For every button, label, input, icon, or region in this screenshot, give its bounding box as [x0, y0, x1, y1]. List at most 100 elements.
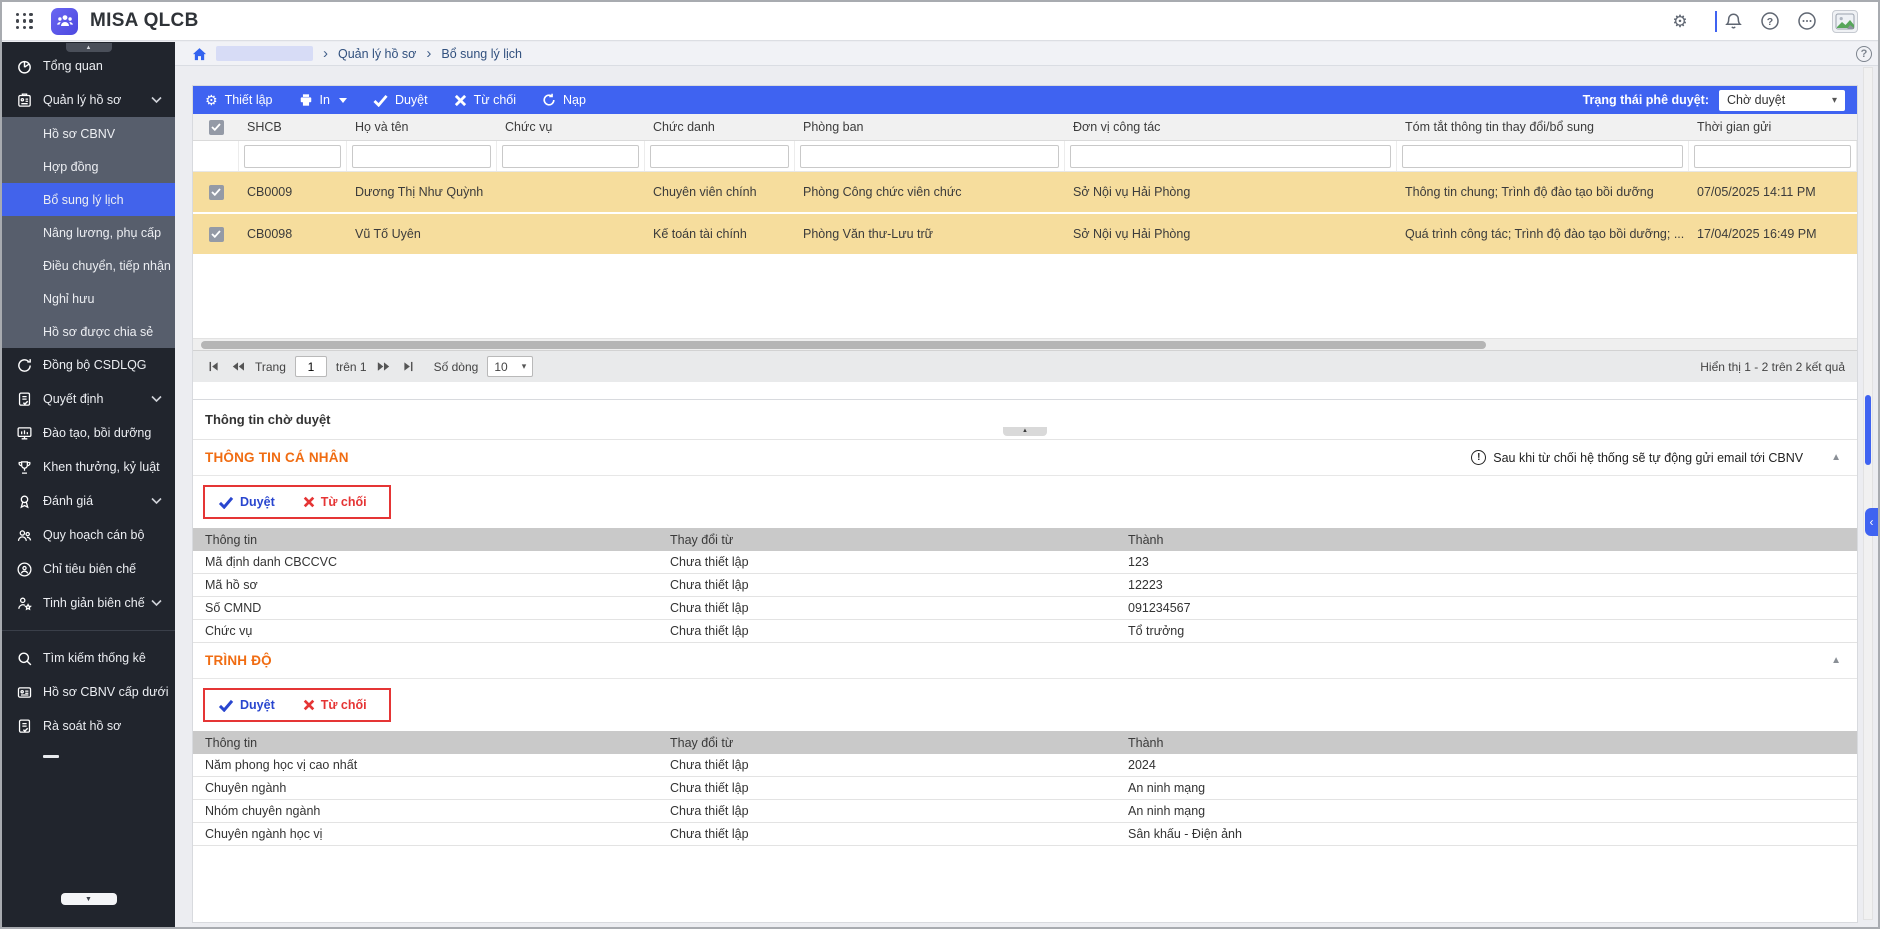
detail-column-header: Thành	[1116, 736, 1857, 750]
sidebar-item-dieu-chuyen-tiep-nhan[interactable]: Điều chuyển, tiếp nhận	[2, 249, 175, 282]
sidebar-item-ra-soat-ho-so[interactable]: Rà soát hồ sơ	[2, 709, 175, 743]
reject-section-button[interactable]: Từ chối	[303, 698, 367, 712]
grid-filter-row	[193, 141, 1857, 172]
collapse-section-icon[interactable]: ▲	[1831, 452, 1841, 463]
column-header[interactable]: Chức danh	[645, 120, 795, 134]
previous-page-button[interactable]	[230, 359, 246, 375]
detail-row: Mã định danh CBCCVC Chưa thiết lập 123	[193, 551, 1857, 574]
filter-input-tom-tat[interactable]	[1402, 145, 1683, 168]
cell-phong-ban: Phòng Văn thư-Lưu trữ	[795, 227, 1065, 241]
reload-button[interactable]: Nạp	[542, 93, 586, 107]
sidebar-item-quyet-dinh[interactable]: Quyết định	[2, 382, 175, 416]
sidebar-item-quan-ly-ho-so[interactable]: Quản lý hồ sơ	[2, 83, 175, 117]
sidebar-item-chi-tieu-bien-che[interactable]: Chỉ tiêu biên chế	[2, 552, 175, 586]
column-header[interactable]: SHCB	[239, 120, 347, 134]
splitter-handle[interactable]: ▲	[1003, 427, 1047, 436]
approve-button[interactable]: Duyệt	[373, 93, 428, 107]
x-icon	[454, 94, 467, 107]
chevron-down-icon	[151, 395, 162, 403]
column-header[interactable]: Chức vụ	[497, 120, 645, 134]
app-grid-icon[interactable]	[16, 13, 33, 30]
cell-chuc-danh: Chuyên viên chính	[645, 185, 795, 199]
filter-input-don-vi-cong-tac[interactable]	[1070, 145, 1391, 168]
table-row[interactable]: CB0098 Vũ Tố Uyên Kế toán tài chính Phòn…	[193, 214, 1857, 256]
sidebar-item-quy-hoach-can-bo[interactable]: Quy hoạch cán bộ	[2, 518, 175, 552]
panel-splitter[interactable]: ▲	[192, 423, 1858, 439]
app-logo-icon[interactable]	[51, 8, 78, 35]
filter-input-chuc-vu[interactable]	[502, 145, 639, 168]
last-page-button[interactable]	[401, 359, 417, 375]
horizontal-scrollbar[interactable]	[193, 338, 1857, 350]
sidebar-item-nghi-huu[interactable]: Nghỉ hưu	[2, 282, 175, 315]
table-row[interactable]: CB0009 Dương Thị Như Quỳnh Chuyên viên c…	[193, 172, 1857, 214]
sidebar-item-tong-quan[interactable]: Tổng quan	[2, 49, 175, 83]
caret-down-icon: ▾	[522, 361, 527, 372]
sidebar: ▲ Tổng quan Quản lý hồ sơ Hồ sơ CBNV Hợp…	[2, 42, 175, 927]
approve-section-button[interactable]: Duyệt	[218, 698, 275, 712]
check-icon	[218, 496, 234, 509]
sidebar-item-bo-sung-ly-lich[interactable]: Bổ sung lý lịch	[2, 183, 175, 216]
sidebar-item-dao-tao-boi-duong[interactable]: Đào tạo, bồi dưỡng	[2, 416, 175, 450]
reject-section-button[interactable]: Từ chối	[303, 495, 367, 509]
detail-row: Nhóm chuyên ngành Chưa thiết lập An ninh…	[193, 800, 1857, 823]
approve-section-button[interactable]: Duyệt	[218, 495, 275, 509]
help-icon[interactable]: ?	[1759, 10, 1781, 32]
sidebar-dash	[43, 755, 59, 758]
help-icon[interactable]: ?	[1856, 46, 1872, 62]
approval-status-select[interactable]: Chờ duyệt ▾	[1719, 90, 1845, 111]
sidebar-item-ho-so-cbnv-cap-duoi[interactable]: Hồ sơ CBNV cấp dưới	[2, 675, 175, 709]
sidebar-scroll-down-handle[interactable]: ▼	[61, 893, 117, 905]
cell-tom-tat: Thông tin chung; Trình độ đào tạo bồi dư…	[1397, 185, 1689, 199]
sidebar-item-tim-kiem-thong-ke[interactable]: Tìm kiếm thống kê	[2, 641, 175, 675]
sidebar-item-dong-bo-csdlqg[interactable]: Đồng bộ CSDLQG	[2, 348, 175, 382]
cell-thoi-gian-gui: 17/04/2025 16:49 PM	[1689, 227, 1857, 241]
more-options-icon[interactable]	[1796, 10, 1818, 32]
page-number-input[interactable]	[295, 356, 327, 377]
filter-input-thoi-gian-gui[interactable]	[1694, 145, 1851, 168]
sidebar-item-tinh-gian-bien-che[interactable]: Tinh giản biên chế	[2, 586, 175, 620]
cell-phong-ban: Phòng Công chức viên chức	[795, 185, 1065, 199]
home-icon[interactable]	[192, 47, 207, 61]
x-icon	[303, 496, 315, 508]
sidebar-item-khen-thuong-ky-luat[interactable]: Khen thưởng, kỷ luật	[2, 450, 175, 484]
filter-input-chuc-danh[interactable]	[650, 145, 789, 168]
sidebar-item-ho-so-cbnv[interactable]: Hồ sơ CBNV	[2, 117, 175, 150]
first-page-button[interactable]	[205, 359, 221, 375]
next-page-button[interactable]	[376, 359, 392, 375]
records-grid-panel: ⚙ Thiết lập In Duyệt	[192, 85, 1858, 423]
settings-gear-icon[interactable]: ⚙	[1669, 10, 1691, 32]
x-icon	[303, 699, 315, 711]
reject-button[interactable]: Từ chối	[454, 93, 516, 107]
column-header[interactable]: Họ và tên	[347, 120, 497, 134]
vertical-scrollbar[interactable]	[1863, 67, 1873, 920]
sidebar-item-hop-dong[interactable]: Hợp đồng	[2, 150, 175, 183]
user-avatar[interactable]	[1832, 10, 1858, 33]
sidebar-item-ho-so-duoc-chia-se[interactable]: Hồ sơ được chia sẻ	[2, 315, 175, 348]
horizontal-scrollbar-thumb[interactable]	[201, 341, 1486, 349]
column-header[interactable]: Thời gian gửi	[1689, 120, 1857, 134]
column-header[interactable]: Phòng ban	[795, 120, 1065, 134]
sidebar-item-nang-luong-phu-cap[interactable]: Nâng lương, phụ cấp	[2, 216, 175, 249]
collapse-panel-handle[interactable]: ‹	[1865, 508, 1878, 536]
print-button[interactable]: In	[299, 93, 347, 107]
filter-input-phong-ban[interactable]	[800, 145, 1059, 168]
notifications-bell-icon[interactable]	[1722, 10, 1744, 32]
row-checkbox[interactable]	[209, 185, 224, 200]
setup-button[interactable]: ⚙ Thiết lập	[205, 93, 273, 107]
row-checkbox[interactable]	[209, 227, 224, 242]
column-header[interactable]: Tóm tắt thông tin thay đổi/bổ sung	[1397, 120, 1689, 134]
grid-empty-area	[193, 256, 1857, 338]
filter-input-shcb[interactable]	[244, 145, 341, 168]
detail-row: Số CMND Chưa thiết lập 091234567	[193, 597, 1857, 620]
header-actions: ⚙ ?	[1669, 10, 1878, 33]
vertical-scrollbar-thumb[interactable]	[1865, 395, 1871, 465]
sidebar-item-danh-gia[interactable]: Đánh giá	[2, 484, 175, 518]
select-all-checkbox[interactable]	[209, 120, 224, 135]
filter-input-ho-va-ten[interactable]	[352, 145, 491, 168]
rows-per-page-select[interactable]: 10 ▾	[487, 356, 533, 377]
collapse-section-icon[interactable]: ▲	[1831, 655, 1841, 666]
breadcrumb-item-quan-ly-ho-so[interactable]: Quản lý hồ sơ	[338, 47, 416, 61]
sidebar-divider	[2, 630, 175, 631]
section-qualification-actions: Duyệt Từ chối	[193, 679, 1857, 731]
column-header[interactable]: Đơn vị công tác	[1065, 120, 1397, 134]
